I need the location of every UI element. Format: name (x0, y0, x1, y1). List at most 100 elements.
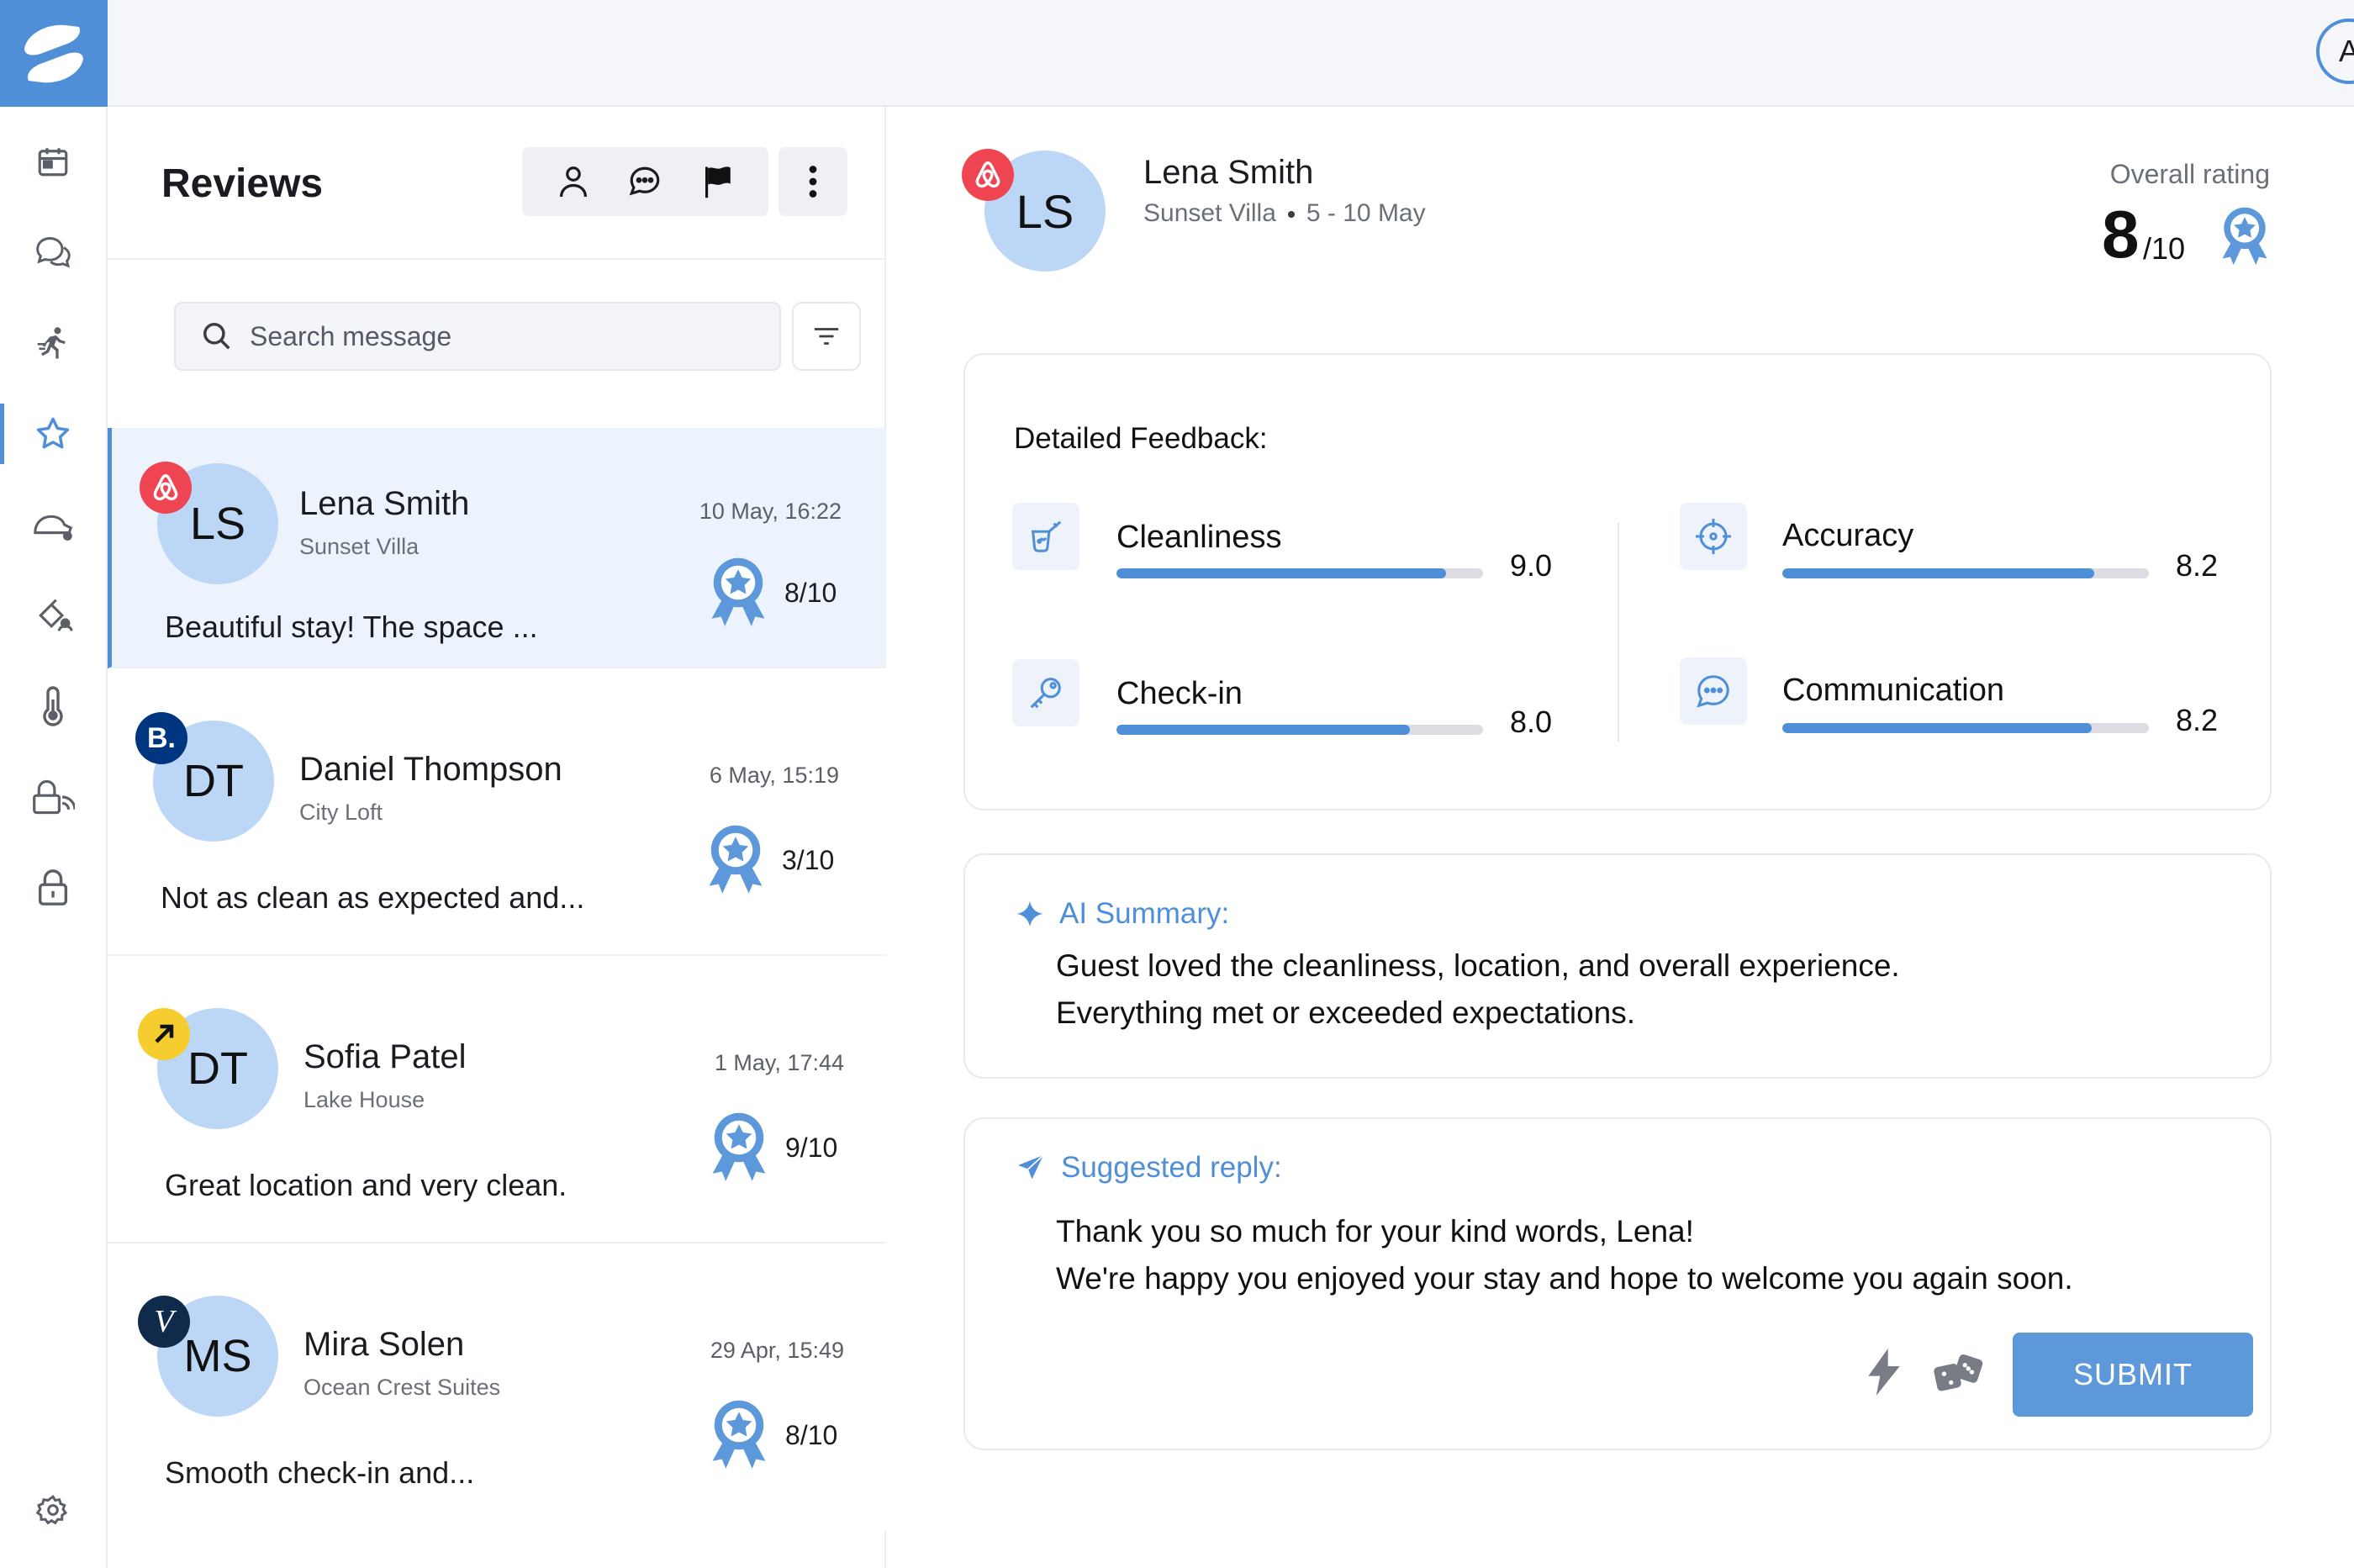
review-score: 8/10 (784, 578, 837, 608)
sidebar-item-climate[interactable] (0, 669, 106, 743)
sidebar-item-settings[interactable] (0, 1473, 106, 1547)
sidebar-item-messages[interactable] (0, 215, 106, 289)
chat-icon (1697, 675, 1729, 708)
cleanliness-value: 9.0 (1510, 548, 1553, 583)
cleanliness-bar-fill (1116, 568, 1447, 578)
send-icon (1018, 1154, 1044, 1180)
award-ribbon-icon (712, 1400, 766, 1469)
tools-icon (39, 599, 73, 631)
review-item-lena-smith[interactable]: LS Lena Smith Sunset Villa 10 May, 16:22… (108, 428, 886, 668)
sidebar-item-maintenance[interactable] (0, 578, 106, 652)
chat-dots-icon (630, 166, 660, 196)
list-toolbar (522, 147, 768, 216)
crosshair-icon (1696, 519, 1731, 554)
booking-badge: B. (135, 712, 187, 764)
accuracy-icon-box (1680, 503, 1747, 570)
app-logo[interactable] (0, 0, 108, 107)
review-snippet: Beautiful stay! The space ... (165, 610, 538, 644)
award-ribbon-icon (711, 557, 765, 626)
sparkle-icon (1016, 900, 1043, 927)
property-name: Sunset Villa (1143, 199, 1276, 227)
overall-rating-score: 8 (2102, 197, 2140, 272)
ai-summary-card: AI Summary: Guest loved the cleanliness,… (963, 853, 2272, 1079)
guest-name: Mira Solen (303, 1326, 465, 1363)
overall-rating-denominator: /10 (2143, 231, 2186, 266)
sidebar-item-activity[interactable] (0, 306, 106, 380)
cleaning-spray-icon (1031, 520, 1062, 552)
review-snippet: Smooth check-in and... (165, 1455, 475, 1490)
review-date: 6 May, 15:19 (709, 763, 839, 788)
review-snippet: Not as clean as expected and... (161, 880, 585, 915)
airbnb-badge (962, 149, 1014, 201)
review-item-daniel-thompson[interactable]: DT B. Daniel Thompson City Loft 6 May, 1… (108, 668, 886, 956)
separator-dot (1287, 211, 1295, 219)
checkin-bar (1116, 725, 1483, 735)
review-item-sofia-patel[interactable]: DT Sofia Patel Lake House 1 May, 17:44 9… (108, 956, 886, 1243)
property-name: Ocean Crest Suites (303, 1375, 501, 1400)
user-avatar[interactable]: A (2316, 18, 2354, 84)
search-box (174, 302, 781, 371)
feedback-divider (1618, 523, 1619, 742)
award-ribbon-icon (2222, 207, 2267, 266)
sidebar-item-security[interactable] (0, 851, 106, 925)
filter-button[interactable] (792, 302, 861, 371)
search-input[interactable] (250, 320, 754, 352)
communication-bar-fill (1782, 723, 2093, 733)
guest-name: Lena Smith (299, 485, 470, 522)
ai-summary-text: Guest loved the cleanliness, location, a… (1056, 948, 1900, 1030)
calendar-icon (38, 148, 68, 177)
suggested-reply-title: Suggested reply: (1061, 1151, 1282, 1184)
page-title: Reviews (161, 161, 324, 206)
sidebar-item-cleaning[interactable] (0, 488, 106, 562)
more-vertical-icon (809, 166, 817, 198)
vrbo-logo: V (154, 1304, 174, 1339)
quick-generate-button[interactable] (1855, 1343, 1913, 1402)
review-score: 8/10 (785, 1420, 838, 1450)
expedia-badge (138, 1008, 190, 1060)
communication-icon-box (1680, 657, 1747, 725)
award-ribbon-icon (712, 1112, 766, 1181)
review-snippet: Great location and very clean. (165, 1168, 567, 1202)
flagged-filter-button[interactable] (692, 156, 742, 207)
runner-icon (37, 327, 66, 359)
stay-dates: 5 - 10 May (1306, 199, 1426, 227)
suggested-reply-card: Suggested reply: Thank you so much for y… (963, 1117, 2272, 1450)
checkin-bar-fill (1116, 725, 1410, 735)
suggested-reply-text[interactable]: Thank you so much for your kind words, L… (1056, 1208, 2073, 1302)
award-ribbon-icon (709, 825, 763, 894)
settings-icon (36, 1495, 68, 1525)
cleanliness-bar (1116, 568, 1483, 578)
suggested-reply-header: Suggested reply: (1016, 1151, 1282, 1185)
vrbo-badge: V (138, 1296, 190, 1348)
search-icon (203, 323, 230, 350)
guest-name: Lena Smith (1143, 154, 1314, 191)
sidebar-item-smart-lock[interactable] (0, 760, 106, 834)
property-name: Sunset Villa (299, 534, 420, 559)
review-item-mira-solen[interactable]: MS V Mira Solen Ocean Crest Suites 29 Ap… (108, 1243, 886, 1531)
review-date: 10 May, 16:22 (699, 499, 842, 524)
randomize-reply-button[interactable] (1930, 1343, 1989, 1402)
accuracy-label: Accuracy (1782, 518, 1914, 553)
feedback-title: Detailed Feedback: (1014, 422, 1268, 455)
accuracy-bar-fill (1782, 568, 2094, 578)
expedia-arrow-icon (155, 1024, 174, 1043)
key-icon (1030, 678, 1061, 709)
messages-filter-button[interactable] (620, 156, 670, 207)
lightning-icon (1868, 1349, 1900, 1396)
cleaning-icon (34, 515, 73, 541)
sidebar-item-reviews[interactable] (0, 397, 106, 471)
guest-name: Sofia Patel (303, 1038, 467, 1075)
checkin-icon-box (1012, 659, 1079, 726)
ai-summary-header: AI Summary: (1016, 897, 1229, 931)
guest-filter-button[interactable] (548, 156, 599, 207)
review-detail-panel: LS Lena Smith Sunset Villa 5 - 10 May Ove… (886, 107, 2354, 1568)
property-name: City Loft (299, 800, 383, 825)
submit-button[interactable]: SUBMIT (2013, 1333, 2253, 1417)
airbnb-icon (153, 474, 178, 501)
accuracy-bar (1782, 568, 2149, 578)
cleanliness-label: Cleanliness (1116, 520, 1282, 555)
cleanliness-icon-box (1012, 503, 1079, 570)
overall-rating-label: Overall rating (2109, 159, 2270, 189)
sidebar-item-calendar[interactable] (0, 124, 106, 198)
more-options-button[interactable] (779, 147, 847, 216)
